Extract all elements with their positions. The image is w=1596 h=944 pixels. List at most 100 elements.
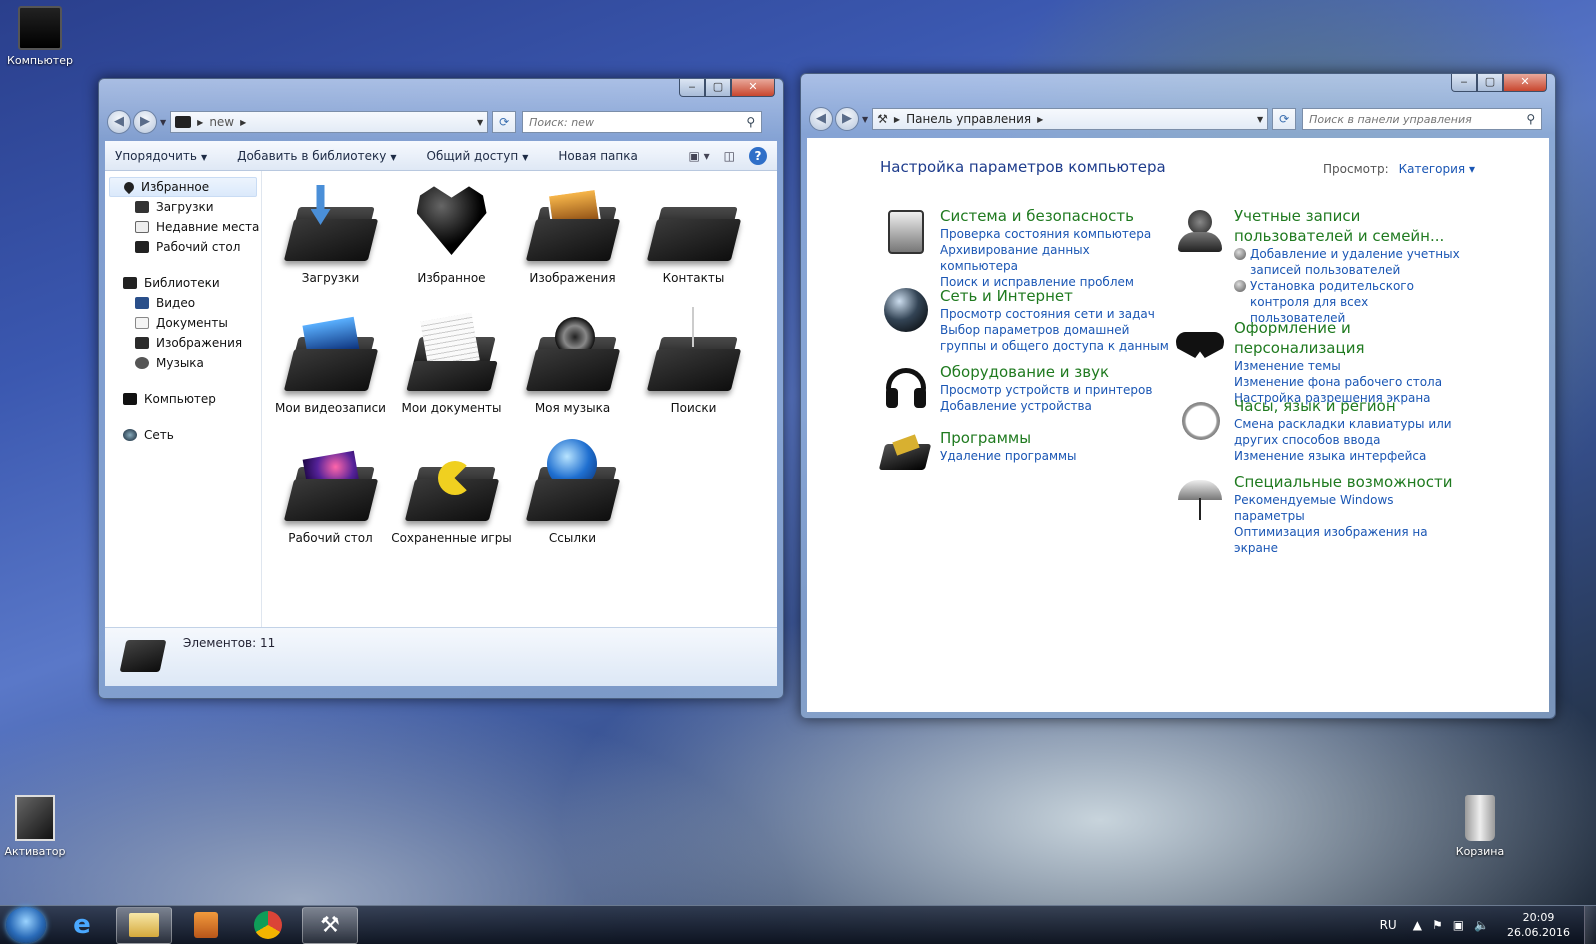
folder-downloads[interactable]: Загрузки (270, 177, 391, 307)
forward-button[interactable]: ▶ (835, 107, 859, 131)
category-link[interactable]: Оптимизация изображения на экране (1234, 524, 1464, 556)
category-link[interactable]: Изменение фона рабочего стола (1234, 374, 1464, 390)
start-button[interactable] (6, 907, 46, 943)
category-link[interactable]: Выбор параметров домашней группы и общег… (940, 322, 1170, 354)
nav-pictures[interactable]: Изображения (105, 333, 261, 353)
volume-icon[interactable]: 🔈 (1474, 918, 1489, 932)
minimize-button[interactable]: ‒ (1451, 74, 1477, 92)
search-input[interactable] (529, 115, 747, 129)
clock[interactable]: 20:09 26.06.2016 (1507, 910, 1570, 940)
search-input[interactable] (1309, 112, 1527, 126)
minimize-button[interactable]: ‒ (679, 79, 705, 97)
category-title[interactable]: Сеть и Интернет (940, 286, 1170, 306)
maximize-button[interactable]: ▢ (705, 79, 731, 97)
recent-pages-dropdown[interactable]: ▼ (862, 115, 868, 124)
folder-favorites[interactable]: Избранное (391, 177, 512, 307)
shield-icon (1234, 280, 1246, 292)
nav-computer[interactable]: Компьютер (105, 389, 261, 409)
folder-links[interactable]: Ссылки (512, 437, 633, 567)
nav-desktop[interactable]: Рабочий стол (105, 237, 261, 257)
search-box[interactable]: ⚲ (1302, 108, 1543, 130)
show-hidden-icons[interactable]: ▲ (1413, 918, 1422, 932)
share-menu[interactable]: Общий доступ ▼ (427, 149, 529, 163)
nav-libraries[interactable]: Библиотеки (105, 273, 261, 293)
category-title[interactable]: Специальные возможности (1234, 472, 1464, 492)
category-clock-region: Часы, язык и регион Смена раскладки клав… (1174, 396, 1464, 464)
nav-downloads[interactable]: Загрузки (105, 197, 261, 217)
category-link[interactable]: Удаление программы (940, 448, 1077, 464)
nav-music[interactable]: Музыка (105, 353, 261, 373)
category-title[interactable]: Система и безопасность (940, 206, 1170, 226)
taskbar-control-panel[interactable]: ⚒ (302, 906, 358, 944)
folder-my-music[interactable]: Моя музыка (512, 307, 633, 437)
desktop-icon-recycle-bin[interactable]: Корзина (1440, 795, 1520, 858)
taskbar-media-player[interactable] (178, 907, 234, 944)
system-security-icon (880, 206, 932, 258)
new-folder-button[interactable]: Новая папка (558, 149, 637, 163)
back-button[interactable]: ◀ (809, 107, 833, 131)
desktop-icon-computer[interactable]: Компьютер (0, 6, 80, 67)
forward-button[interactable]: ▶ (133, 110, 157, 134)
action-center-flag-icon[interactable]: ⚑ (1432, 918, 1443, 932)
category-link[interactable]: Изменение темы (1234, 358, 1464, 374)
refresh-button[interactable]: ⟳ (1272, 108, 1297, 130)
view-by-dropdown[interactable]: Категория ▾ (1399, 162, 1475, 176)
address-bar[interactable]: ⚒ ▶ Панель управления ▶ ▼ (872, 108, 1269, 130)
refresh-button[interactable]: ⟳ (492, 111, 517, 133)
desktop-icon-activator[interactable]: Активатор (0, 795, 75, 858)
folder-contacts[interactable]: Контакты (633, 177, 754, 307)
category-link[interactable]: Рекомендуемые Windows параметры (1234, 492, 1464, 524)
back-button[interactable]: ◀ (107, 110, 131, 134)
nav-recent-places[interactable]: Недавние места (105, 217, 261, 237)
category-link[interactable]: Просмотр состояния сети и задач (940, 306, 1170, 322)
taskbar-chrome[interactable] (240, 907, 296, 944)
category-title[interactable]: Часы, язык и регион (1234, 396, 1464, 416)
network-icon[interactable]: ▣ (1453, 918, 1464, 932)
search-box[interactable]: ⚲ (522, 111, 763, 133)
organize-menu[interactable]: Упорядочить ▼ (115, 149, 207, 163)
view-options-button[interactable]: ▣ ▾ (688, 149, 709, 163)
category-link[interactable]: Просмотр устройств и принтеров (940, 382, 1152, 398)
maximize-button[interactable]: ▢ (1477, 74, 1503, 92)
add-to-library-menu[interactable]: Добавить в библиотеку ▼ (237, 149, 396, 163)
category-link[interactable]: Добавление устройства (940, 398, 1152, 414)
category-link[interactable]: Добавление и удаление учетных записей по… (1234, 246, 1464, 278)
category-link[interactable]: Смена раскладки клавиатуры или других сп… (1234, 416, 1464, 448)
category-link[interactable]: Архивирование данных компьютера (940, 242, 1170, 274)
folder-saved-games[interactable]: Сохраненные игры (391, 437, 512, 567)
address-dropdown-icon[interactable]: ▼ (1257, 115, 1263, 124)
category-title[interactable]: Учетные записи пользователей и семейн... (1234, 206, 1464, 246)
address-bar[interactable]: ▶ new ▶ ▼ (170, 111, 489, 133)
breadcrumb-item[interactable]: new (209, 115, 234, 129)
nav-videos[interactable]: Видео (105, 293, 261, 313)
clock-date: 26.06.2016 (1507, 926, 1570, 939)
language-indicator[interactable]: RU (1380, 918, 1397, 932)
umbrella-icon (1174, 472, 1226, 524)
show-desktop-button[interactable] (1584, 906, 1596, 944)
address-dropdown-icon[interactable]: ▼ (477, 118, 483, 127)
breadcrumb-item[interactable]: Панель управления (906, 112, 1031, 126)
category-title[interactable]: Оборудование и звук (940, 362, 1152, 382)
category-title[interactable]: Программы (940, 428, 1077, 448)
network-icon (123, 429, 137, 441)
taskbar-explorer[interactable] (116, 906, 172, 944)
folder-pictures[interactable]: Изображения (512, 177, 633, 307)
nav-network[interactable]: Сеть (105, 425, 261, 445)
category-link[interactable]: Проверка состояния компьютера (940, 226, 1170, 242)
help-icon[interactable]: ? (749, 146, 767, 165)
category-link[interactable]: Изменение языка интерфейса (1234, 448, 1464, 464)
recent-pages-dropdown[interactable]: ▼ (160, 118, 166, 127)
folder-searches[interactable]: Поиски (633, 307, 754, 437)
close-button[interactable]: ✕ (731, 79, 775, 97)
breadcrumb-separator: ▶ (197, 117, 204, 127)
shield-icon (1234, 248, 1246, 260)
folder-desktop[interactable]: Рабочий стол (270, 437, 391, 567)
close-button[interactable]: ✕ (1503, 74, 1547, 92)
nav-favorites[interactable]: Избранное (109, 177, 257, 197)
category-title[interactable]: Оформление и персонализация (1234, 318, 1464, 358)
taskbar-internet-explorer[interactable]: e (54, 907, 110, 944)
folder-my-documents[interactable]: Мои документы (391, 307, 512, 437)
nav-documents[interactable]: Документы (105, 313, 261, 333)
preview-pane-button[interactable]: ◫ (724, 149, 735, 163)
folder-my-videos[interactable]: Мои видеозаписи (270, 307, 391, 437)
